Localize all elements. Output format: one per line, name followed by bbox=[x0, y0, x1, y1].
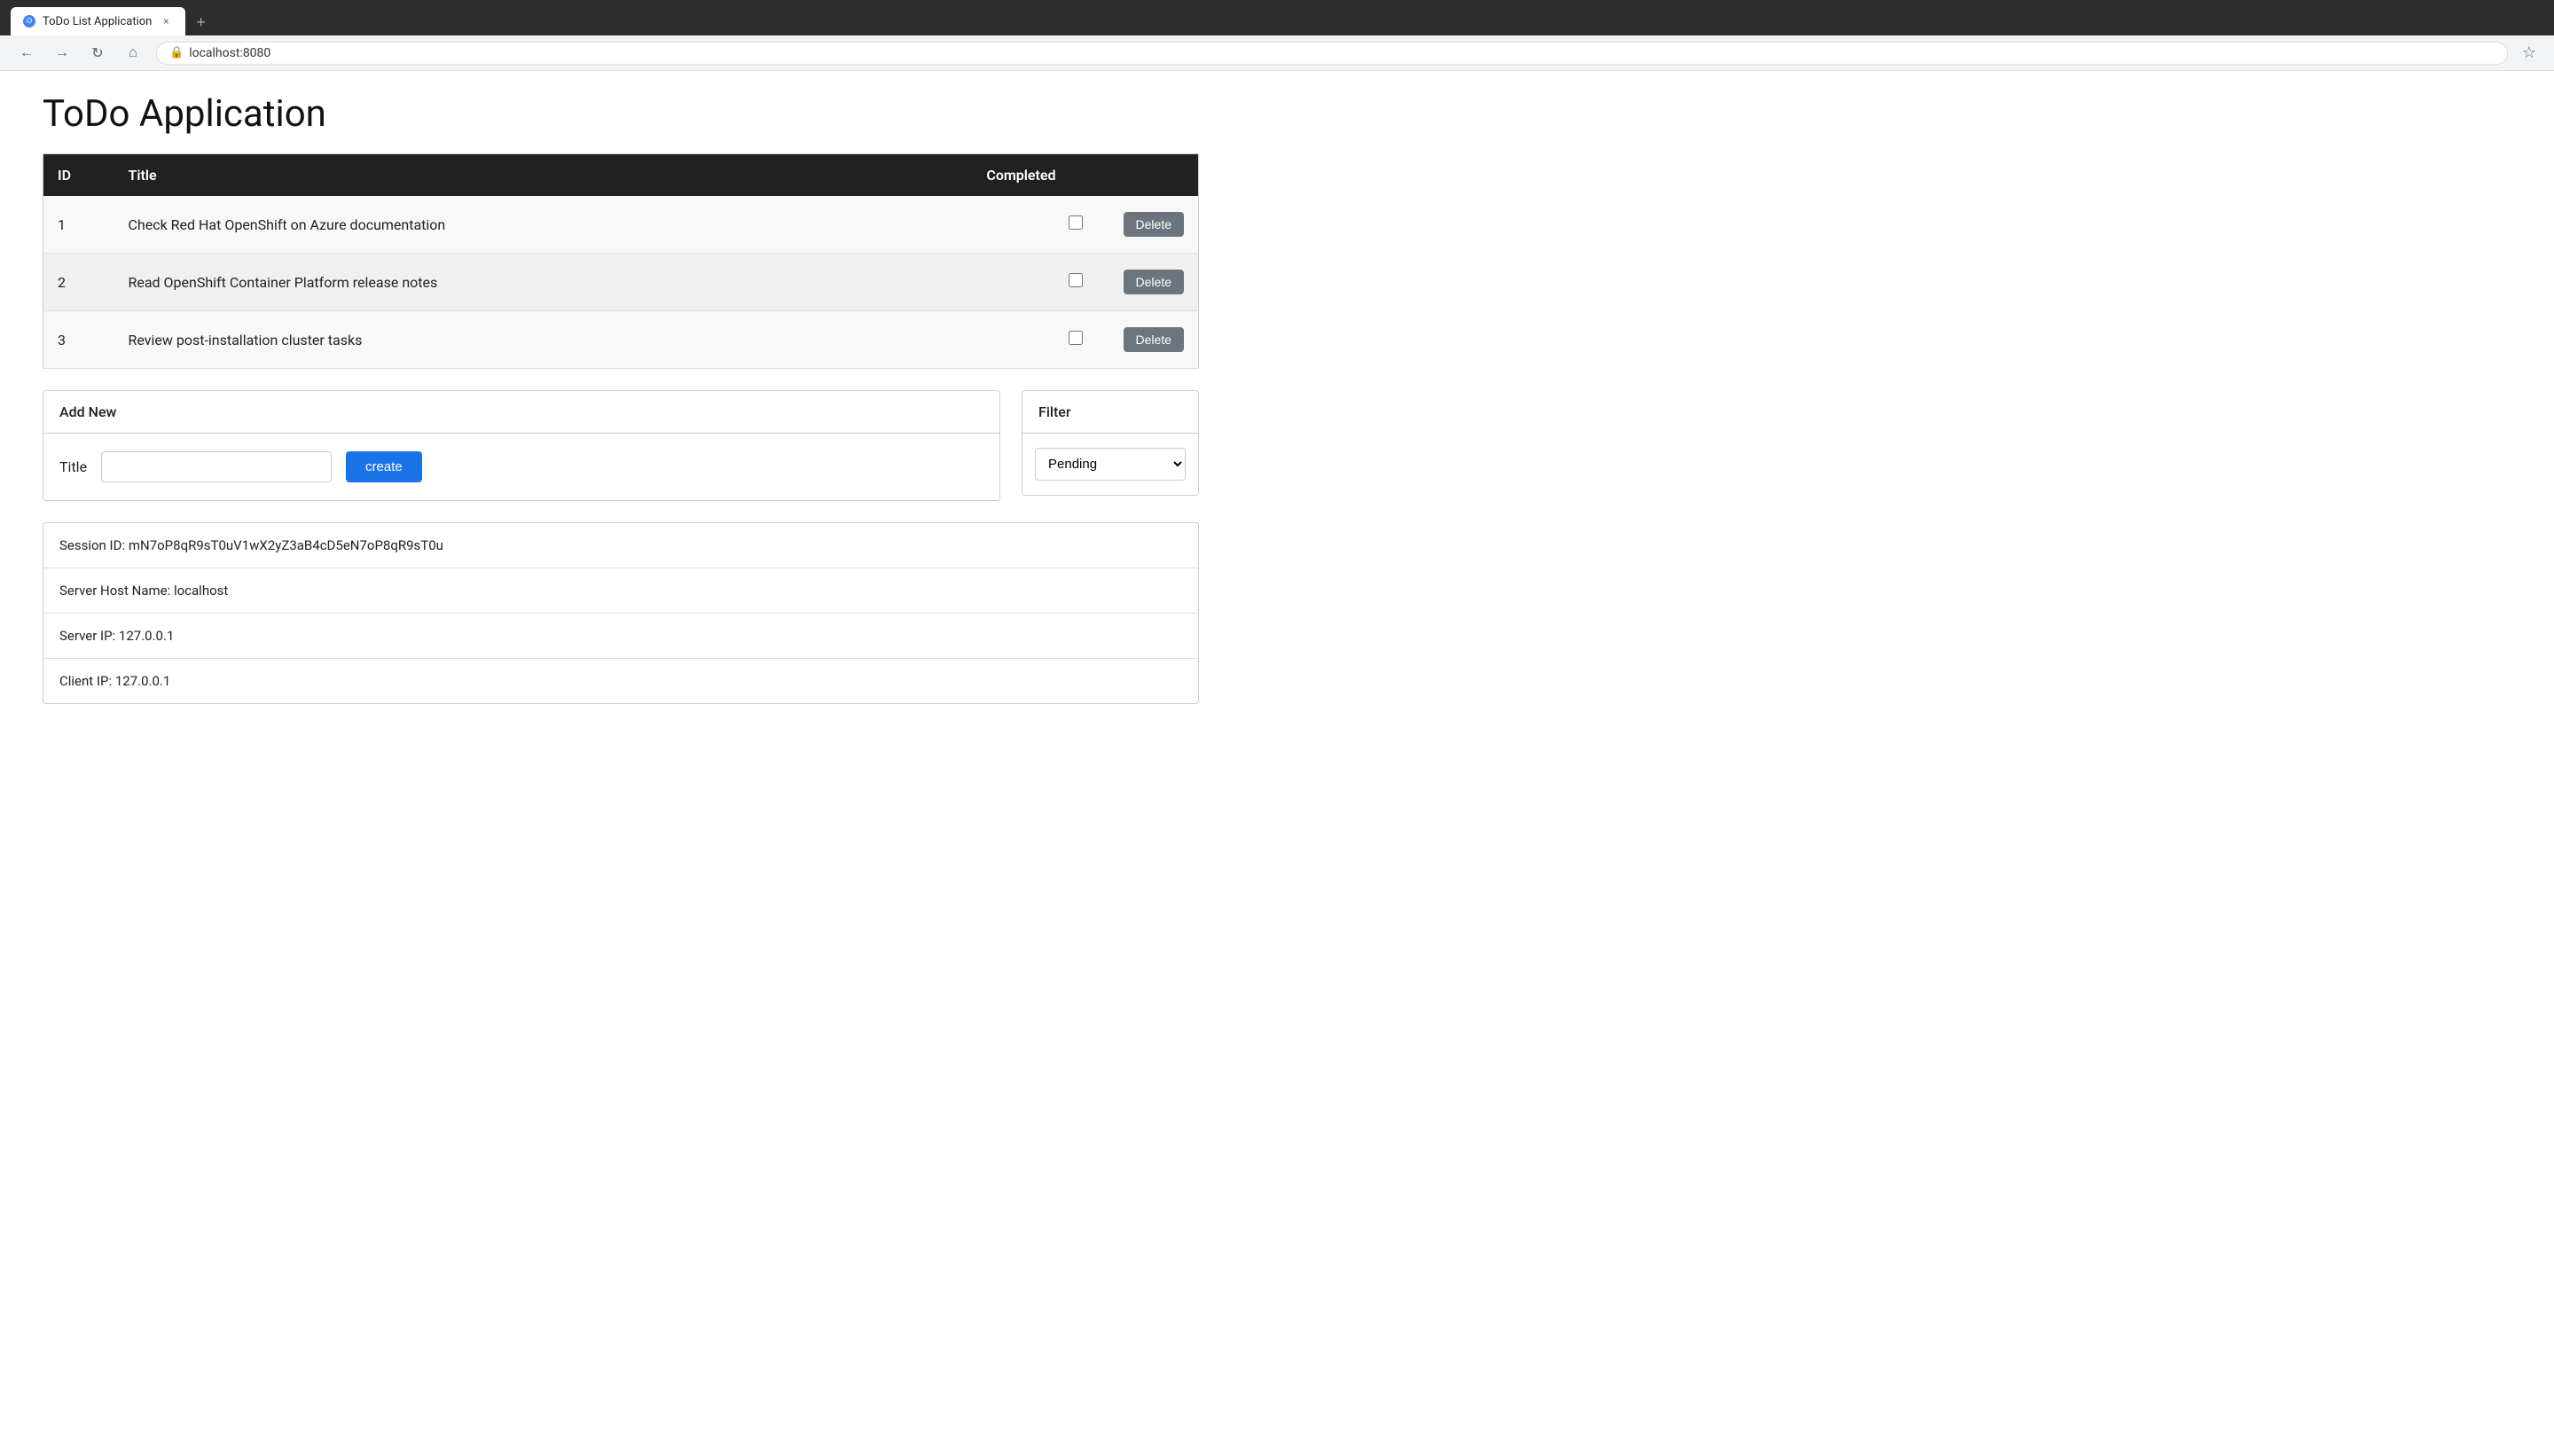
tab-close-button[interactable]: × bbox=[159, 14, 173, 28]
table-header-row: ID Title Completed bbox=[43, 154, 1199, 197]
delete-button[interactable]: Delete bbox=[1124, 212, 1184, 237]
row-id: 3 bbox=[43, 311, 114, 369]
active-tab[interactable]: ⊙ ToDo List Application × bbox=[11, 7, 185, 35]
filter-panel: Filter AllPendingCompleted bbox=[1022, 390, 1199, 496]
table-row: 2 Read OpenShift Container Platform rele… bbox=[43, 254, 1199, 311]
server-ip-row: Server IP: 127.0.0.1 bbox=[43, 614, 1198, 659]
back-button[interactable]: ← bbox=[14, 41, 39, 66]
browser-chrome: ⊙ ToDo List Application × + bbox=[0, 0, 2554, 35]
col-header-id: ID bbox=[43, 154, 114, 197]
filter-header: Filter bbox=[1022, 391, 1198, 434]
bottom-row: Add New Title create Filter AllPendingCo… bbox=[43, 390, 1199, 501]
title-label: Title bbox=[59, 458, 87, 475]
address-bar-row: ← → ↻ ⌂ 🔒 localhost:8080 ☆ bbox=[0, 35, 2554, 71]
page-title: ToDo Application bbox=[43, 92, 1199, 136]
filter-body: AllPendingCompleted bbox=[1022, 434, 1198, 495]
add-new-body: Title create bbox=[43, 434, 999, 500]
session-id-row: Session ID: mN7oP8qR9sT0uV1wX2yZ3aB4cD5e… bbox=[43, 523, 1198, 568]
session-id-label: Session ID: bbox=[59, 537, 125, 553]
filter-select[interactable]: AllPendingCompleted bbox=[1035, 448, 1186, 481]
completed-checkbox[interactable] bbox=[1069, 215, 1083, 230]
tab-favicon: ⊙ bbox=[23, 15, 35, 27]
add-new-panel: Add New Title create bbox=[43, 390, 1000, 501]
lock-icon: 🔒 bbox=[169, 46, 184, 59]
new-tab-button[interactable]: + bbox=[189, 10, 213, 35]
session-panel: Session ID: mN7oP8qR9sT0uV1wX2yZ3aB4cD5e… bbox=[43, 522, 1199, 704]
create-button[interactable]: create bbox=[346, 451, 422, 482]
row-title: Read OpenShift Container Platform releas… bbox=[114, 254, 827, 311]
tab-bar: ⊙ ToDo List Application × + bbox=[11, 0, 213, 35]
col-header-completed: Completed bbox=[827, 154, 1109, 197]
row-delete-cell: Delete bbox=[1109, 254, 1199, 311]
server-ip-label: Server IP: bbox=[59, 628, 115, 644]
row-completed-cell bbox=[827, 254, 1109, 311]
title-input[interactable] bbox=[101, 451, 332, 482]
completed-checkbox[interactable] bbox=[1069, 273, 1083, 287]
add-new-header: Add New bbox=[43, 391, 999, 434]
table-row: 3 Review post-installation cluster tasks… bbox=[43, 311, 1199, 369]
forward-button[interactable]: → bbox=[50, 41, 74, 66]
server-host-value: localhost bbox=[174, 583, 228, 599]
row-delete-cell: Delete bbox=[1109, 196, 1199, 254]
server-host-row: Server Host Name: localhost bbox=[43, 568, 1198, 614]
delete-button[interactable]: Delete bbox=[1124, 327, 1184, 352]
completed-checkbox[interactable] bbox=[1069, 331, 1083, 345]
row-title: Check Red Hat OpenShift on Azure documen… bbox=[114, 196, 827, 254]
row-completed-cell bbox=[827, 196, 1109, 254]
bookmark-button[interactable]: ☆ bbox=[2519, 40, 2540, 66]
page-content: ToDo Application ID Title Completed 1 Ch… bbox=[0, 71, 1242, 725]
client-ip-value: 127.0.0.1 bbox=[115, 673, 170, 689]
client-ip-label: Client IP: bbox=[59, 673, 112, 689]
row-completed-cell bbox=[827, 311, 1109, 369]
server-ip-value: 127.0.0.1 bbox=[119, 628, 174, 644]
todo-table: ID Title Completed 1 Check Red Hat OpenS… bbox=[43, 153, 1199, 369]
row-title: Review post-installation cluster tasks bbox=[114, 311, 827, 369]
session-id-value: mN7oP8qR9sT0uV1wX2yZ3aB4cD5eN7oP8qR9sT0u bbox=[129, 537, 443, 553]
reload-button[interactable]: ↻ bbox=[85, 41, 110, 66]
col-header-actions bbox=[1109, 154, 1199, 197]
row-id: 2 bbox=[43, 254, 114, 311]
address-text: localhost:8080 bbox=[189, 46, 270, 60]
row-delete-cell: Delete bbox=[1109, 311, 1199, 369]
home-button[interactable]: ⌂ bbox=[121, 41, 145, 66]
server-host-label: Server Host Name: bbox=[59, 583, 170, 599]
delete-button[interactable]: Delete bbox=[1124, 270, 1184, 294]
client-ip-row: Client IP: 127.0.0.1 bbox=[43, 659, 1198, 703]
address-bar[interactable]: 🔒 localhost:8080 bbox=[156, 42, 2508, 65]
table-row: 1 Check Red Hat OpenShift on Azure docum… bbox=[43, 196, 1199, 254]
col-header-title: Title bbox=[114, 154, 827, 197]
tab-title: ToDo List Application bbox=[43, 15, 152, 28]
row-id: 1 bbox=[43, 196, 114, 254]
